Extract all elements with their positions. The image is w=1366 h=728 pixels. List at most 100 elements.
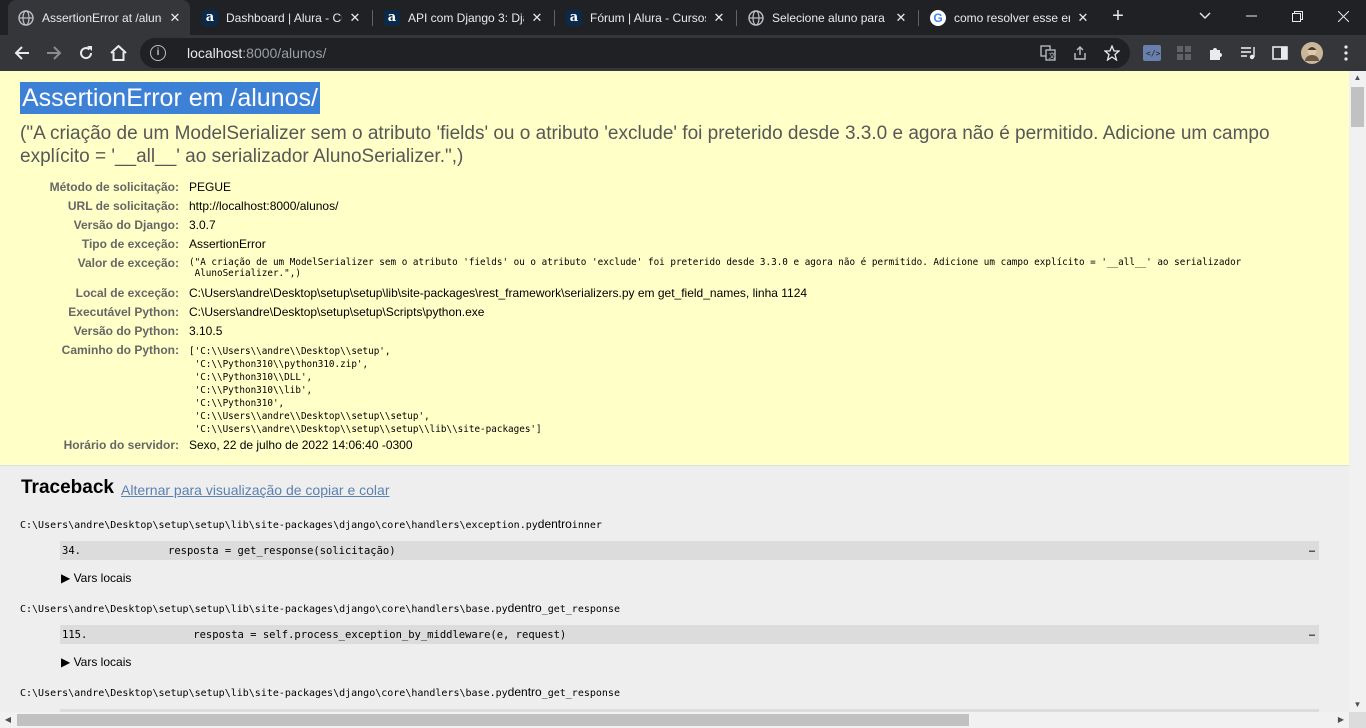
meta-value: AssertionError	[189, 237, 266, 251]
meta-value: 3.10.5	[189, 324, 223, 338]
meta-value: ("A criação de um ModelSerializer sem o …	[189, 257, 1242, 279]
minimize-icon[interactable]	[1228, 0, 1274, 32]
exception-message: ("A criação de um ModelSerializer sem o …	[20, 123, 1270, 167]
close-icon[interactable]: ✕	[528, 9, 546, 27]
meta-key: Versão do Django:	[73, 218, 179, 232]
close-icon[interactable]: ✕	[346, 9, 364, 27]
scroll-right-icon[interactable]: ▶	[1333, 712, 1349, 728]
tab-title: como resolver esse erro	[954, 10, 1070, 25]
frame-file: C:\Users\andre\Desktop\setup\setup\lib\s…	[20, 685, 620, 699]
close-icon[interactable]: ✕	[166, 9, 184, 27]
page-content: AssertionError em /alunos/ ("A criação d…	[0, 71, 1349, 712]
restore-icon[interactable]	[1274, 0, 1320, 32]
meta-key: Versão do Python:	[73, 324, 179, 338]
meta-key: Horário do servidor:	[63, 438, 179, 452]
scrollbar-thumb[interactable]	[1351, 87, 1364, 127]
alura-icon: a	[566, 9, 582, 26]
code-context-line[interactable]: 34. resposta = get_response(solicitação)…	[60, 541, 1319, 560]
horizontal-scrollbar[interactable]: ◀ ▶	[0, 712, 1349, 728]
bookmark-star-icon[interactable]	[1102, 43, 1122, 63]
toggle-copy-paste-link[interactable]: Alternar para visualização de copiar e c…	[121, 482, 389, 498]
tab-assertion-error[interactable]: AssertionError at /alunos/ ✕	[8, 0, 190, 35]
meta-value: Sexo, 22 de julho de 2022 14:06:40 -0300	[189, 438, 413, 452]
tab-api-django[interactable]: a API com Django 3: Django Rest ✕	[374, 0, 552, 35]
meta-value: PEGUE	[189, 180, 232, 194]
code-source: resposta = self.process_exception_by_mid…	[168, 629, 567, 641]
tab-search-icon[interactable]	[1182, 0, 1228, 32]
line-number: 115.	[62, 629, 88, 641]
url-text[interactable]: localhost:8000/alunos/	[187, 45, 326, 61]
new-tab-button[interactable]: +	[1100, 0, 1136, 32]
meta-key: Executável Python:	[68, 305, 179, 319]
browser-toolbar: i localhost:8000/alunos/ 文 </>	[0, 35, 1366, 71]
close-icon[interactable]: ✕	[710, 9, 728, 27]
code-source: resposta = get_response(solicitação)	[168, 545, 396, 557]
meta-key: Tipo de exceção:	[81, 237, 179, 251]
meta-key: Valor de exceção:	[77, 256, 179, 270]
side-panel-icon[interactable]	[1268, 41, 1292, 65]
tab-title: Dashboard | Alura - Cursos	[226, 10, 342, 25]
scrollbar-thumb[interactable]	[17, 714, 969, 726]
scroll-up-icon[interactable]: ▲	[1349, 71, 1366, 85]
address-bar[interactable]: i localhost:8000/alunos/ 文	[140, 38, 1130, 68]
line-number: 34.	[62, 545, 81, 557]
meta-key: Local de exceção:	[75, 286, 179, 300]
extension-grid-icon[interactable]	[1172, 41, 1196, 65]
page-title: AssertionError em /alunos/	[20, 82, 320, 114]
alura-icon: a	[384, 9, 400, 26]
extensions-puzzle-icon[interactable]	[1204, 41, 1228, 65]
translate-icon[interactable]: 文	[1038, 43, 1058, 63]
close-window-icon[interactable]	[1320, 0, 1366, 32]
meta-key: URL de solicitação:	[67, 199, 179, 213]
local-vars-toggle[interactable]: ▶ Vars locais	[61, 571, 131, 585]
tab-separator	[372, 10, 373, 26]
expand-context-ellipsis[interactable]: …	[1309, 628, 1315, 639]
scroll-down-icon[interactable]: ▼	[1349, 698, 1366, 712]
meta-value: ['C:\\Users\\andre\\Desktop\\setup', 'C:…	[189, 346, 542, 435]
menu-kebab-icon[interactable]	[1334, 41, 1358, 65]
tab-separator	[554, 10, 555, 26]
tab-title: Fórum | Alura - Cursos online	[590, 10, 706, 25]
code-context-line[interactable]: 115. resposta = self.process_exception_b…	[60, 625, 1319, 644]
traceback-section: Traceback Alternar para visualização de …	[0, 466, 1349, 712]
frame-file: C:\Users\andre\Desktop\setup\setup\lib\s…	[20, 601, 620, 615]
meta-key: Caminho do Python:	[61, 343, 179, 357]
svg-text:文: 文	[1049, 51, 1056, 60]
share-icon[interactable]	[1070, 43, 1090, 63]
tab-dashboard-alura[interactable]: a Dashboard | Alura - Cursos ✕	[192, 0, 370, 35]
meta-key: Método de solicitação:	[49, 180, 179, 194]
frame-file: C:\Users\andre\Desktop\setup\setup\lib\s…	[20, 517, 602, 531]
tab-separator	[736, 10, 737, 26]
back-icon[interactable]	[10, 41, 34, 65]
google-icon: G	[930, 9, 946, 26]
meta-value: http://localhost:8000/alunos/	[189, 199, 339, 213]
scroll-left-icon[interactable]: ◀	[0, 712, 16, 728]
tab-selecione-aluno[interactable]: Selecione aluno para modificar ✕	[738, 0, 916, 35]
dev-extension-icon[interactable]: </>	[1140, 41, 1164, 65]
tab-title: AssertionError at /alunos/	[42, 10, 162, 25]
media-control-icon[interactable]	[1236, 41, 1260, 65]
alura-icon: a	[202, 9, 218, 26]
reload-icon[interactable]	[74, 41, 98, 65]
home-icon[interactable]	[106, 41, 130, 65]
tab-title: API com Django 3: Django Rest	[408, 10, 524, 25]
tab-title: Selecione aluno para modificar	[772, 10, 888, 25]
site-info-icon[interactable]: i	[150, 45, 166, 61]
meta-value: C:\Users\andre\Desktop\setup\setup\Scrip…	[189, 305, 485, 319]
forward-icon[interactable]	[42, 41, 66, 65]
expand-context-ellipsis[interactable]: …	[1309, 544, 1315, 555]
tab-google-search[interactable]: G como resolver esse erro ✕	[920, 0, 1098, 35]
tab-forum-alura[interactable]: a Fórum | Alura - Cursos online ✕	[556, 0, 734, 35]
error-summary: AssertionError em /alunos/ ("A criação d…	[0, 71, 1349, 466]
close-icon[interactable]: ✕	[1074, 9, 1092, 27]
meta-value: C:\Users\andre\Desktop\setup\setup\lib\s…	[189, 286, 808, 300]
tab-strip: AssertionError at /alunos/ ✕ a Dashboard…	[0, 0, 1366, 35]
globe-icon	[18, 9, 34, 26]
traceback-heading: Traceback	[21, 477, 114, 498]
local-vars-toggle[interactable]: ▶ Vars locais	[61, 655, 131, 669]
vertical-scrollbar[interactable]: ▲ ▼	[1349, 71, 1366, 712]
svg-text:</>: </>	[1146, 49, 1161, 58]
tab-separator	[918, 10, 919, 26]
avatar[interactable]	[1300, 41, 1324, 65]
close-icon[interactable]: ✕	[892, 9, 910, 27]
